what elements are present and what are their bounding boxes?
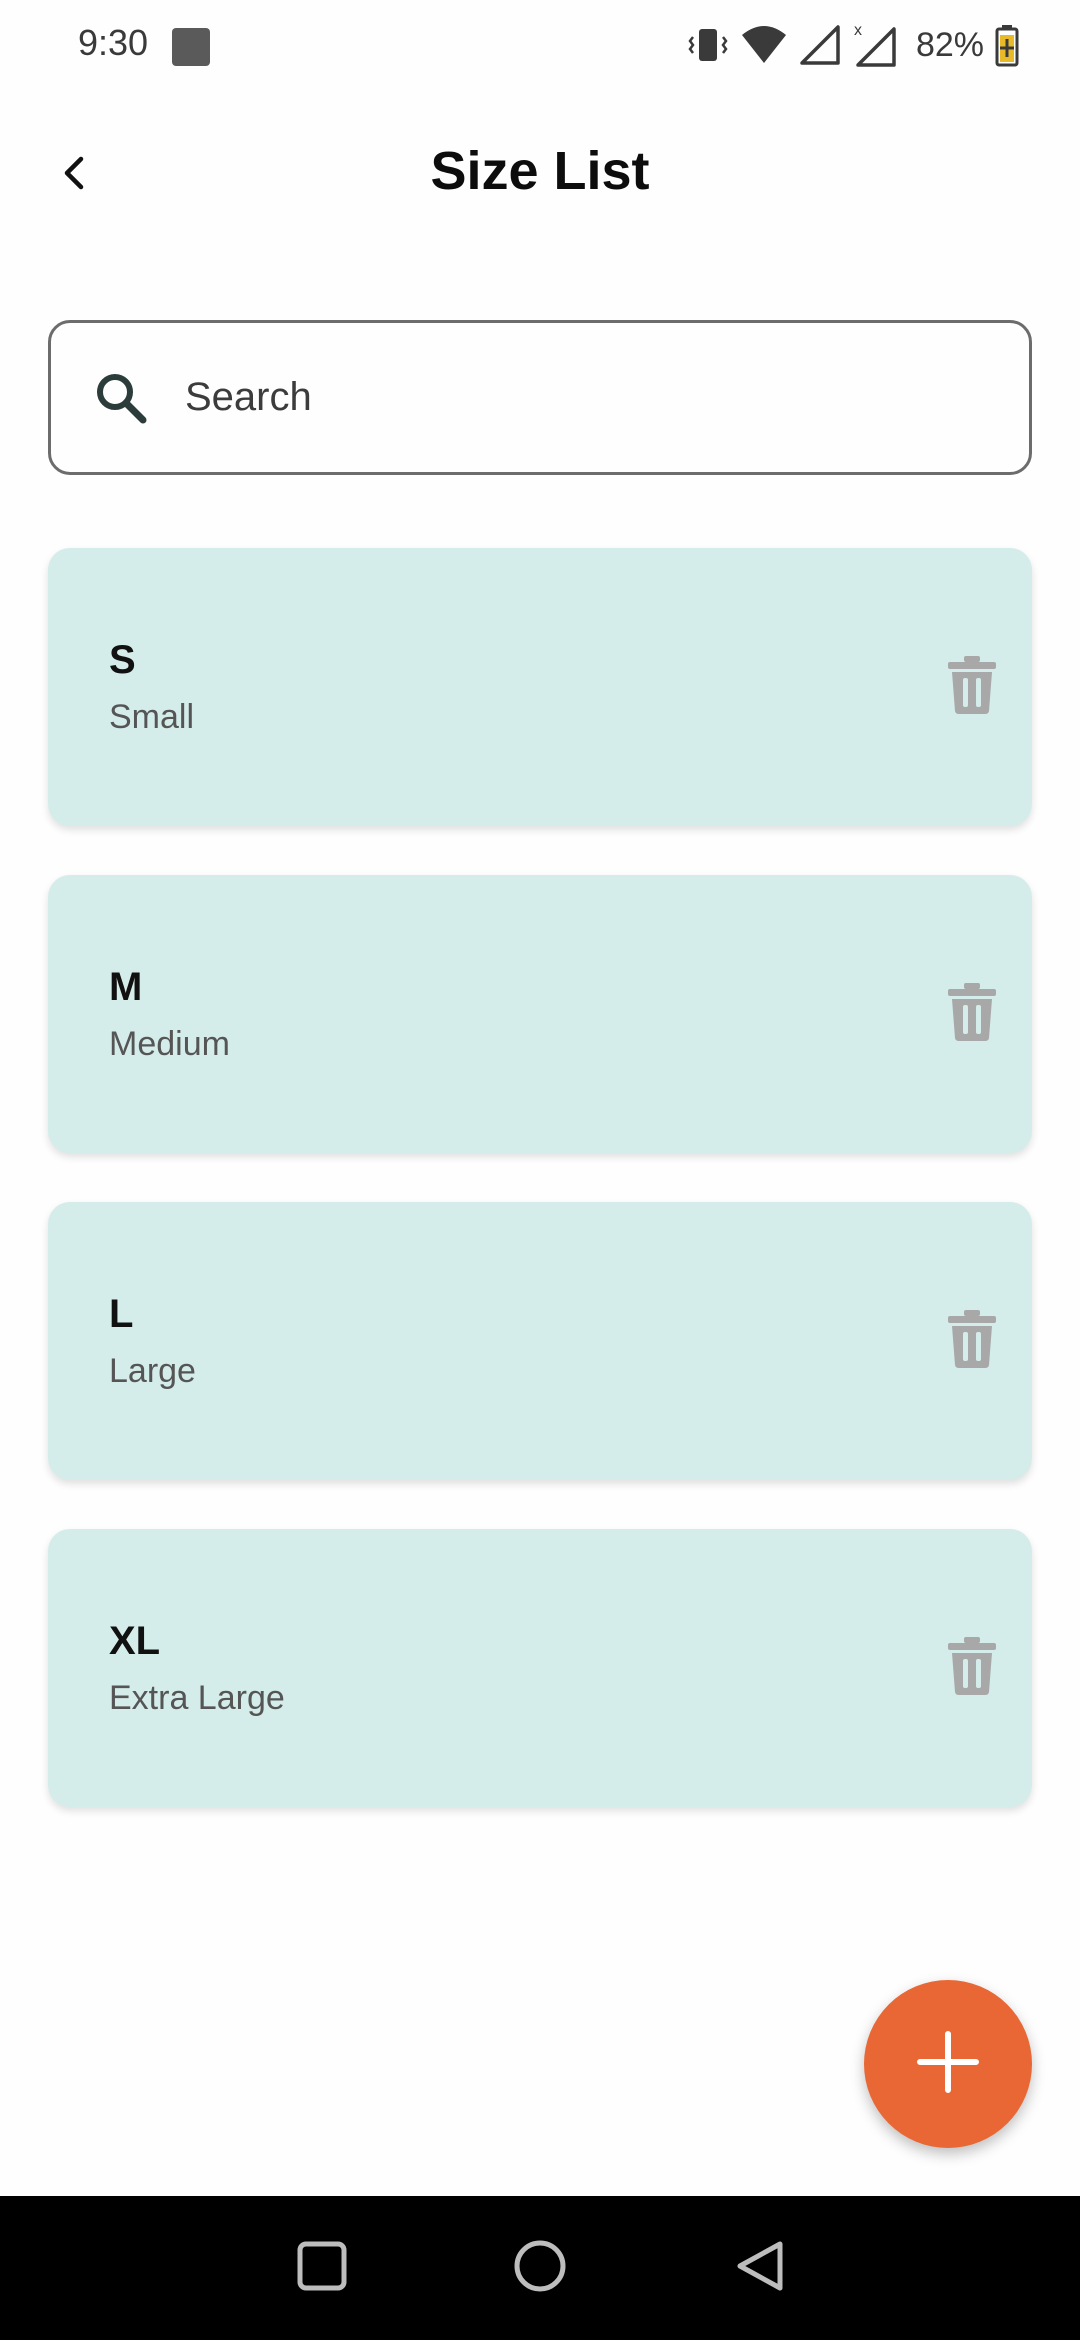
trash-icon xyxy=(946,1636,998,1701)
app-bar: Size List xyxy=(0,110,1080,240)
battery-charging-icon xyxy=(994,23,1020,67)
home-button[interactable] xyxy=(504,2232,576,2304)
size-name: Small xyxy=(109,698,195,736)
size-card-s[interactable]: S Small xyxy=(48,548,1032,826)
delete-button[interactable] xyxy=(934,975,1010,1053)
size-name: Extra Large xyxy=(109,1679,285,1717)
page-title: Size List xyxy=(430,141,650,201)
trash-icon xyxy=(946,655,998,720)
back-triangle-icon xyxy=(732,2238,788,2299)
notification-app-icon xyxy=(172,28,210,66)
size-card-l[interactable]: L Large xyxy=(48,1202,1032,1480)
size-card-xl[interactable]: XL Extra Large xyxy=(48,1529,1032,1807)
signal-icon xyxy=(798,23,842,67)
add-size-button[interactable] xyxy=(864,1980,1032,2148)
status-time: 9:30 xyxy=(78,22,149,63)
status-icons: x 82% xyxy=(686,20,1020,70)
size-list: S Small M Medium L Large XL Extra Large xyxy=(48,548,1032,1856)
plus-icon xyxy=(916,2030,980,2099)
trash-icon xyxy=(946,982,998,1047)
home-icon xyxy=(512,2238,568,2299)
wifi-icon xyxy=(740,23,788,67)
battery-percent: 82% xyxy=(915,25,984,64)
size-code: XL xyxy=(109,1619,161,1663)
system-nav-bar xyxy=(0,2196,1080,2340)
search-bar[interactable] xyxy=(48,320,1032,475)
size-code: S xyxy=(109,638,136,682)
signal-no-data-icon: x xyxy=(852,21,900,69)
size-code: M xyxy=(109,965,143,1009)
size-name: Medium xyxy=(109,1025,230,1063)
delete-button[interactable] xyxy=(934,1629,1010,1707)
size-name: Large xyxy=(109,1352,196,1390)
trash-icon xyxy=(946,1309,998,1374)
status-bar: 9:30 x 82% xyxy=(0,0,1080,92)
nav-back-button[interactable] xyxy=(724,2232,796,2304)
recents-icon xyxy=(296,2240,348,2297)
delete-button[interactable] xyxy=(934,648,1010,726)
search-input[interactable] xyxy=(183,374,967,421)
delete-button[interactable] xyxy=(934,1302,1010,1380)
size-card-m[interactable]: M Medium xyxy=(48,875,1032,1153)
size-code: L xyxy=(109,1292,134,1336)
vibrate-icon xyxy=(686,23,730,67)
search-icon xyxy=(91,368,151,428)
svg-text:x: x xyxy=(854,22,862,39)
recents-button[interactable] xyxy=(286,2232,358,2304)
